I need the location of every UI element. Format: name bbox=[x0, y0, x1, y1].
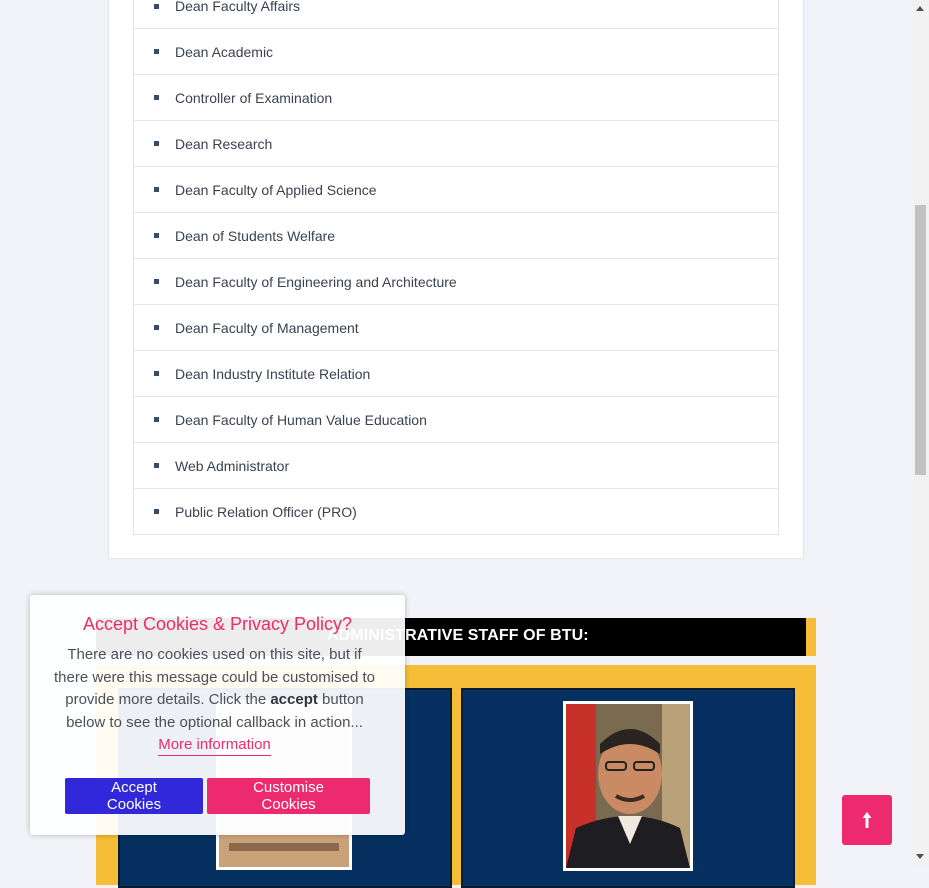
customise-cookies-button[interactable]: Customise Cookies bbox=[207, 778, 370, 814]
list-item[interactable]: Dean Academic bbox=[133, 29, 779, 75]
back-to-top-button[interactable] bbox=[842, 795, 892, 845]
list-item[interactable]: Public Relation Officer (PRO) bbox=[133, 489, 779, 535]
cookie-title: Accept Cookies & Privacy Policy? bbox=[82, 614, 353, 634]
bullet-icon bbox=[154, 463, 159, 468]
bullet-icon bbox=[154, 3, 159, 9]
list-item[interactable]: Dean Industry Institute Relation bbox=[133, 351, 779, 397]
list-item-label: Dean of Students Welfare bbox=[175, 227, 336, 244]
list-item[interactable]: Web Administrator bbox=[133, 443, 779, 489]
list-item-label: Dean Industry Institute Relation bbox=[175, 365, 371, 382]
scroll-up-icon[interactable] bbox=[916, 6, 924, 11]
list-item-label: Controller of Examination bbox=[175, 89, 333, 106]
bullet-icon bbox=[154, 509, 159, 514]
list-item[interactable]: Dean of Students Welfare bbox=[133, 213, 779, 259]
bullet-icon bbox=[154, 141, 159, 146]
list-item-label: Dean Academic bbox=[175, 43, 274, 60]
officials-list: Dean Faculty Affairs Dean Academic Contr… bbox=[133, 0, 779, 535]
list-item-label: Public Relation Officer (PRO) bbox=[175, 503, 357, 520]
cookie-text-bold: accept bbox=[270, 691, 318, 708]
list-item[interactable]: Dean Research bbox=[133, 121, 779, 167]
bullet-icon bbox=[154, 187, 159, 192]
cookie-actions: Accept Cookies Customise Cookies bbox=[65, 778, 370, 814]
list-item-label: Dean Research bbox=[175, 135, 273, 152]
list-item-label: Dean Faculty Affairs bbox=[175, 0, 301, 14]
list-item[interactable]: Dean Faculty of Human Value Education bbox=[133, 397, 779, 443]
staff-photo bbox=[563, 701, 693, 871]
list-item[interactable]: Dean Faculty of Management bbox=[133, 305, 779, 351]
bullet-icon bbox=[154, 325, 159, 330]
list-item-label: Dean Faculty of Engineering and Architec… bbox=[175, 273, 457, 290]
bullet-icon bbox=[154, 95, 159, 100]
more-information-link[interactable]: More information bbox=[158, 735, 271, 756]
list-item[interactable]: Dean Faculty of Applied Science bbox=[133, 167, 779, 213]
list-item[interactable]: Controller of Examination bbox=[133, 75, 779, 121]
cookie-banner: Accept Cookies & Privacy Policy? There a… bbox=[30, 595, 405, 835]
accept-cookies-button[interactable]: Accept Cookies bbox=[65, 778, 203, 814]
person-photo-icon bbox=[566, 704, 690, 868]
list-item-label: Dean Faculty of Human Value Education bbox=[175, 411, 427, 428]
list-item-label: Dean Faculty of Management bbox=[175, 319, 359, 336]
page-scrollbar[interactable] bbox=[912, 0, 929, 865]
bullet-icon bbox=[154, 371, 159, 376]
list-item-label: Web Administrator bbox=[175, 457, 290, 474]
scroll-thumb[interactable] bbox=[915, 205, 926, 475]
arrow-up-icon bbox=[862, 812, 872, 828]
cookie-message: There are no cookies used on this site, … bbox=[50, 644, 379, 757]
bullet-icon bbox=[154, 233, 159, 238]
bullet-icon bbox=[154, 279, 159, 284]
list-item-label: Dean Faculty of Applied Science bbox=[175, 181, 377, 198]
scroll-down-icon[interactable] bbox=[916, 854, 924, 859]
bullet-icon bbox=[154, 417, 159, 422]
list-item[interactable]: Dean Faculty Affairs bbox=[133, 0, 779, 29]
bullet-icon bbox=[154, 49, 159, 54]
list-item[interactable]: Dean Faculty of Engineering and Architec… bbox=[133, 259, 779, 305]
